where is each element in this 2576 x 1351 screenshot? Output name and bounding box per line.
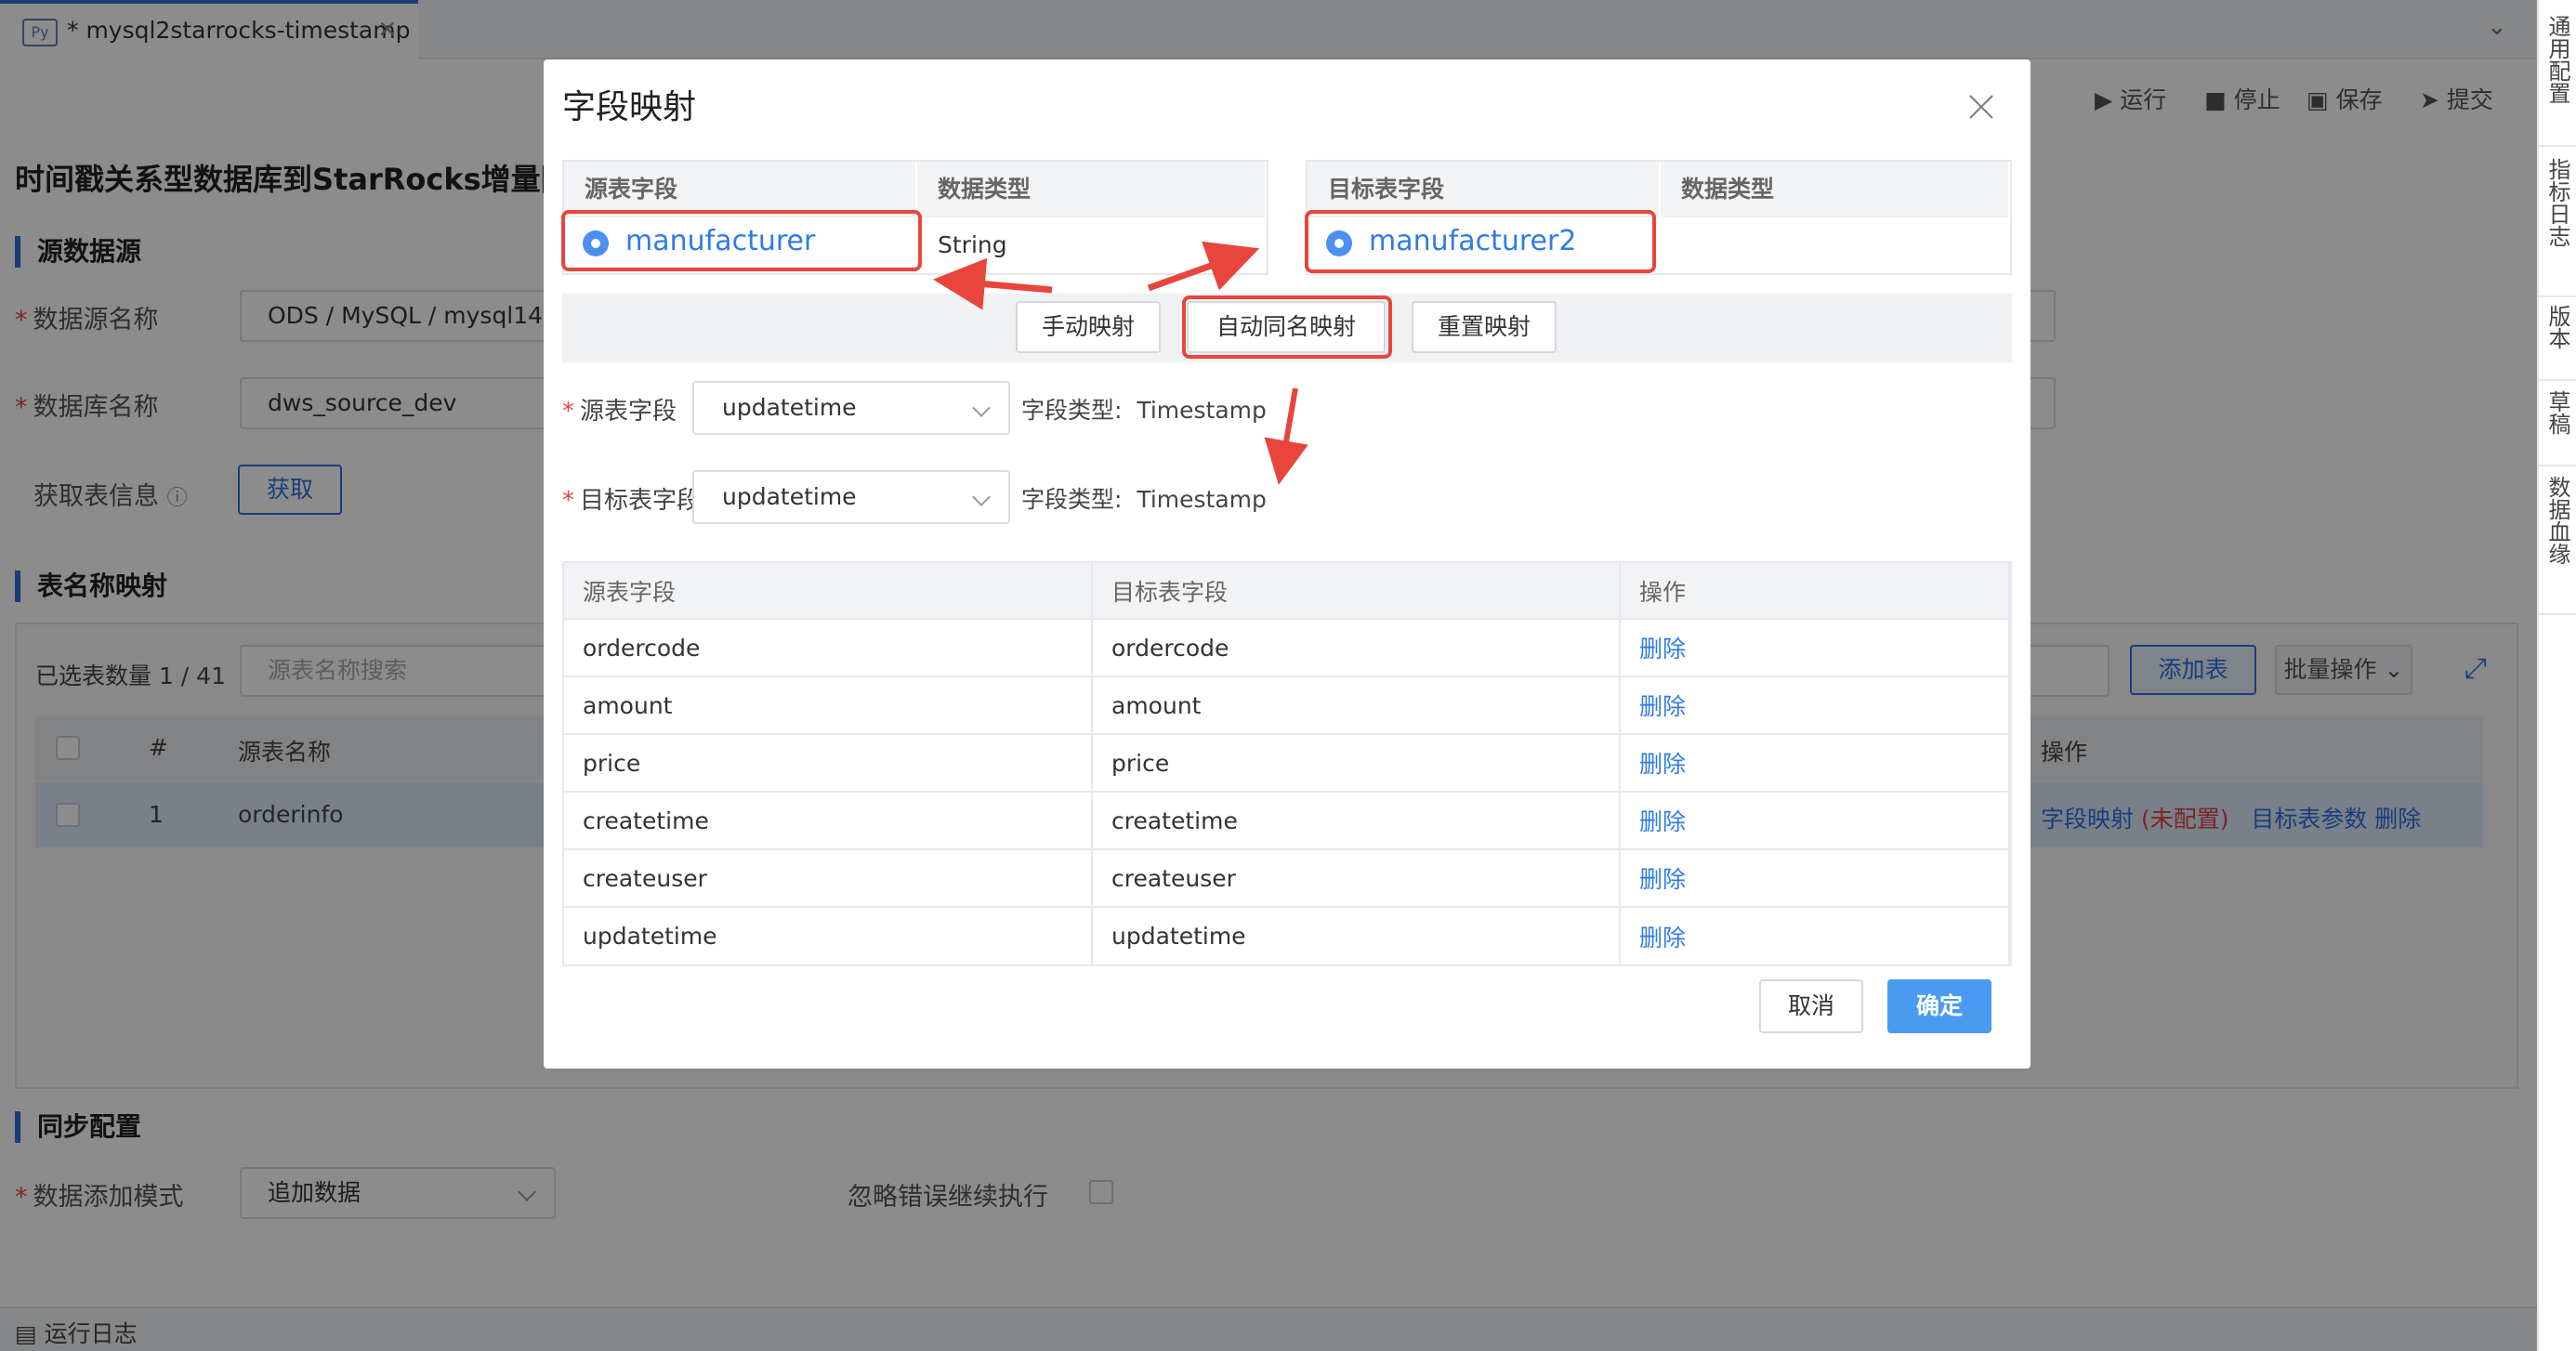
target-type-header: 数据类型 <box>1661 162 2010 217</box>
rail-lineage[interactable]: 数据血缘 <box>2539 476 2576 571</box>
delete-mapping-link[interactable]: 删除 <box>1620 733 2010 792</box>
table-row: createtime createtime 删除 <box>564 791 2010 849</box>
manual-map-button[interactable]: 手动映射 <box>1016 301 1161 353</box>
map-target-cell: createtime <box>1092 791 1621 849</box>
delete-mapping-link[interactable]: 删除 <box>1620 906 2010 964</box>
source-field-label: * 源表字段 <box>562 398 677 426</box>
map-target-cell: updatetime <box>1092 906 1621 964</box>
map-source-cell: amount <box>564 676 1093 734</box>
table-row: createuser createuser 删除 <box>564 848 2010 907</box>
table-row: ordercode ordercode 删除 <box>564 618 2010 676</box>
chevron-down-icon <box>972 399 991 417</box>
chevron-down-icon <box>972 488 991 506</box>
map-source-cell: createuser <box>564 848 1093 907</box>
rail-metric-log[interactable]: 指标日志 <box>2539 158 2576 254</box>
map-header-ops: 操作 <box>1620 563 2010 619</box>
mapping-table: 源表字段 目标表字段 操作 ordercode ordercode 删除 amo… <box>562 561 2012 966</box>
map-header-target: 目标表字段 <box>1092 563 1621 619</box>
close-icon[interactable] <box>1967 93 1995 121</box>
map-source-cell: price <box>564 733 1093 792</box>
map-header-source: 源表字段 <box>564 563 1093 619</box>
map-source-cell: updatetime <box>564 906 1093 964</box>
annotation-box-source <box>561 210 922 271</box>
source-type-header: 数据类型 <box>917 162 1267 217</box>
delete-mapping-link[interactable]: 删除 <box>1620 676 2010 734</box>
cancel-button[interactable]: 取消 <box>1759 979 1863 1033</box>
annotation-box-auto-map <box>1182 295 1392 359</box>
annotation-box-target <box>1305 210 1656 273</box>
map-target-cell: createuser <box>1092 848 1621 907</box>
map-source-cell: ordercode <box>564 618 1093 676</box>
source-field-type: String <box>938 231 1007 258</box>
target-field-type <box>1661 217 2010 273</box>
table-row: amount amount 删除 <box>564 676 2010 734</box>
target-field-header: 目标表字段 <box>1308 162 1661 217</box>
map-source-cell: createtime <box>564 791 1093 849</box>
reset-map-button[interactable]: 重置映射 <box>1412 301 1557 353</box>
target-field-select[interactable]: updatetime <box>692 470 1010 524</box>
target-type-info: 字段类型: Timestamp <box>1021 486 1267 513</box>
source-type-info: 字段类型: Timestamp <box>1021 397 1267 424</box>
map-target-cell: ordercode <box>1092 618 1621 676</box>
right-rail: 通用配置 指标日志 版本 草稿 数据血缘 <box>2537 0 2576 1351</box>
confirm-button[interactable]: 确定 <box>1887 979 1991 1033</box>
delete-mapping-link[interactable]: 删除 <box>1620 618 2010 676</box>
target-field-label: * 目标表字段 <box>562 487 702 515</box>
map-target-cell: price <box>1092 733 1621 792</box>
rail-version[interactable]: 版本 <box>2539 305 2576 356</box>
dialog-title: 字段映射 <box>562 88 697 126</box>
table-row: price price 删除 <box>564 733 2010 792</box>
delete-mapping-link[interactable]: 删除 <box>1620 848 2010 907</box>
delete-mapping-link[interactable]: 删除 <box>1620 791 2010 849</box>
map-target-cell: amount <box>1092 676 1621 734</box>
source-field-header: 源表字段 <box>564 162 917 217</box>
table-row: updatetime updatetime 删除 <box>564 906 2010 964</box>
source-field-select[interactable]: updatetime <box>692 381 1010 435</box>
rail-general-config[interactable]: 通用配置 <box>2539 15 2576 111</box>
rail-draft[interactable]: 草稿 <box>2539 390 2576 441</box>
